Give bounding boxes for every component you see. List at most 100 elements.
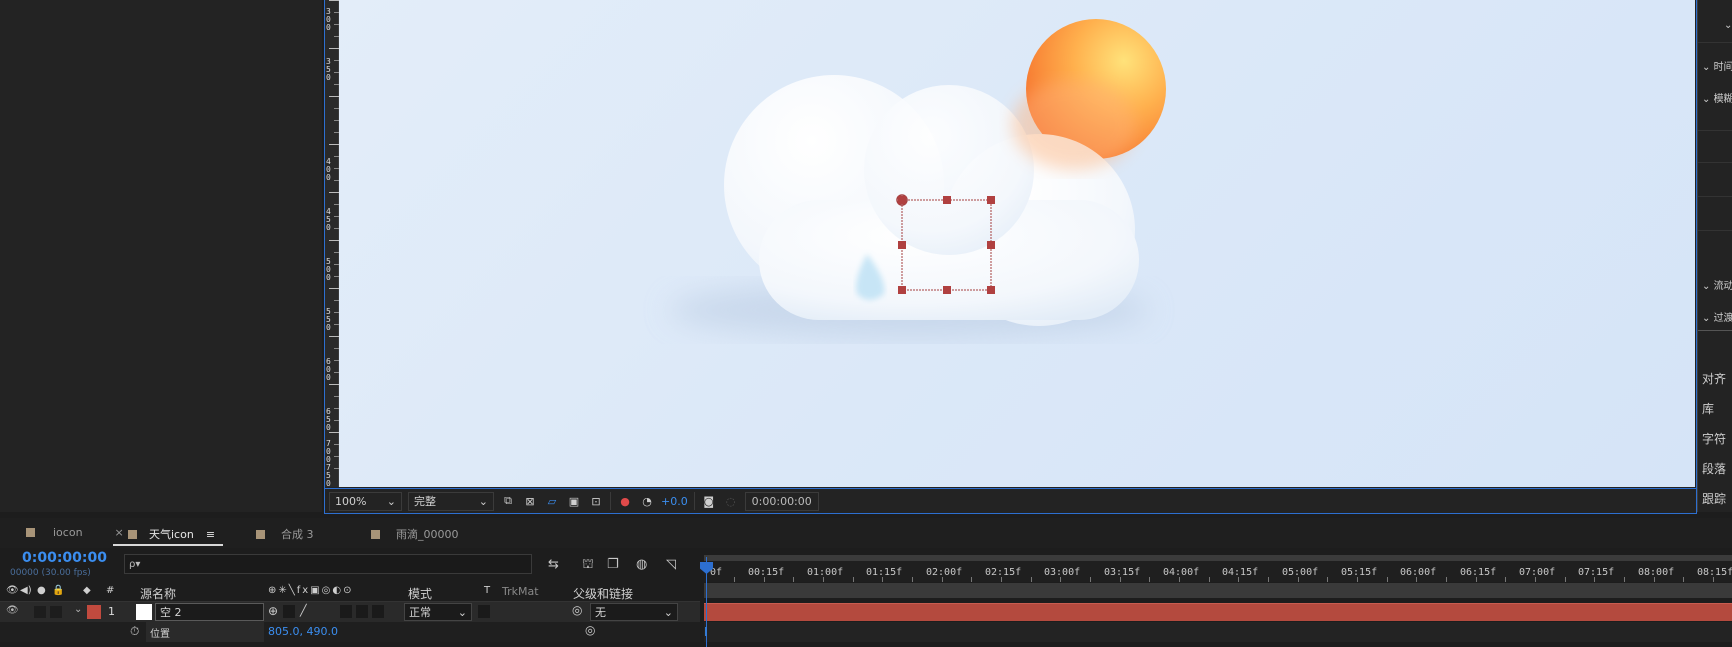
property-track — [704, 622, 1732, 642]
exposure-reset-icon[interactable]: ◔ — [639, 493, 655, 509]
menu-icon[interactable]: ≡ — [206, 528, 215, 541]
panel-item-tracker[interactable]: 跟踪 — [1702, 490, 1726, 507]
region-of-interest-icon[interactable]: ⊡ — [588, 493, 604, 509]
transform-handle[interactable] — [987, 241, 995, 249]
tab-comp-3[interactable]: 合成 3 — [256, 526, 314, 542]
motion-blur-icon[interactable]: ◍ — [636, 557, 647, 572]
layer-number: 1 — [108, 605, 115, 618]
shy-layers-icon[interactable]: ❐ — [607, 557, 619, 572]
transparency-grid-icon[interactable]: ⊠ — [522, 493, 538, 509]
safe-zones-icon[interactable]: ▣ — [566, 493, 582, 509]
time-ruler-label: 04:00f — [1163, 567, 1200, 578]
lock-toggle[interactable] — [50, 606, 62, 618]
timeline-tabs: iocon × 天气icon ≡ 合成 3 雨滴_00000 — [0, 518, 1732, 548]
panel-item-time[interactable]: ⌄ 时间 — [1702, 58, 1732, 73]
col-t: T — [484, 585, 491, 596]
transform-handle[interactable] — [943, 196, 951, 204]
eye-icon[interactable]: 👁 — [6, 585, 19, 596]
parent-select[interactable]: 无 ⌄ — [590, 603, 678, 621]
close-icon[interactable]: × — [115, 526, 124, 539]
eye-icon[interactable]: 👁 — [6, 605, 19, 616]
time-ruler[interactable]: 0f 00:15f 01:00f 01:15f 02:00f 02:15f 03… — [704, 555, 1732, 582]
panel-item-flow[interactable]: ⌄ 流动 — [1702, 277, 1732, 292]
resolution-select[interactable]: 完整 ⌄ — [408, 491, 494, 511]
tab-weather-icon[interactable]: 天气icon ≡ — [128, 526, 215, 542]
viewer-toolbar: 100% ⌄ 完整 ⌄ ⧉ ⊠ ▱ ▣ ⊡ ● ◔ +0.0 ◙ ◌ 0:00:… — [325, 488, 1696, 513]
panel-item-align[interactable]: 对齐 — [1702, 370, 1726, 387]
show-snapshot-icon[interactable]: ◌ — [723, 493, 739, 509]
ruler-label: 0 — [326, 423, 331, 432]
time-ruler-label: 02:00f — [926, 567, 963, 578]
time-ruler-label: 05:15f — [1341, 567, 1378, 578]
col-mode[interactable]: 模式 — [408, 585, 432, 602]
motion-blur-switch[interactable] — [356, 605, 368, 618]
preserve-transparency-toggle[interactable] — [478, 605, 490, 618]
chevron-down-icon[interactable]: ⌄ — [74, 604, 82, 615]
camera-icon[interactable]: ◙ — [701, 493, 717, 509]
property-row[interactable]: ⏱ 位置 805.0, 490.0 ◎ — [0, 622, 700, 642]
layer-name[interactable]: 空 2 — [155, 603, 264, 621]
col-parent[interactable]: 父级和链接 — [573, 585, 633, 602]
transform-handle[interactable] — [898, 196, 906, 204]
blend-mode-select[interactable]: 正常 ⌄ — [404, 603, 472, 621]
transform-handle[interactable] — [987, 196, 995, 204]
transform-handle[interactable] — [898, 286, 906, 294]
tab-iocon[interactable]: iocon × — [26, 526, 124, 539]
audio-icon[interactable]: ◀) — [20, 585, 32, 596]
exposure-value[interactable]: +0.0 — [661, 495, 688, 508]
ruler-label: 0 — [326, 323, 331, 332]
ruler-label: 0 — [326, 273, 331, 282]
time-ruler-label: 06:15f — [1460, 567, 1497, 578]
viewer-timecode[interactable]: 0:00:00:00 — [744, 491, 819, 511]
panel-item-transition[interactable]: ⌄ 过渡 — [1702, 309, 1732, 324]
3d-layer-switch[interactable] — [372, 605, 384, 618]
label-icon[interactable]: ◆ — [83, 585, 91, 596]
solo-toggle[interactable] — [34, 606, 46, 618]
transform-handle[interactable] — [898, 241, 906, 249]
collapse-switch[interactable] — [283, 605, 295, 618]
pick-whip-icon[interactable]: ◎ — [585, 623, 595, 637]
label-color-swatch[interactable] — [87, 605, 101, 619]
composition-canvas[interactable] — [339, 0, 1695, 487]
stopwatch-icon[interactable]: ⏱ — [130, 624, 139, 639]
transform-handle[interactable] — [987, 286, 995, 294]
tab-raindrop[interactable]: 雨滴_00000 — [371, 526, 459, 542]
ruler-label: 0 — [326, 73, 331, 82]
panel-item-library[interactable]: 库 — [1702, 400, 1714, 417]
mask-path-icon[interactable]: ▱ — [544, 493, 560, 509]
shy-switch-icon[interactable]: ⊕ — [268, 604, 278, 618]
layer-row[interactable]: 👁 ⌄ 1 空 2 ⊕ ╱ 正常 ⌄ ◎ 无 ⌄ — [0, 602, 700, 622]
ruler-label: 0 — [326, 173, 331, 182]
current-time-display[interactable]: 0:00:00:00 — [22, 550, 107, 566]
fast-preview-icon[interactable]: ⧉ — [500, 493, 516, 509]
time-ruler-label: 07:15f — [1578, 567, 1615, 578]
panel-item-blur[interactable]: ⌄ 模糊 — [1702, 90, 1732, 105]
position-value[interactable]: 805.0, 490.0 — [268, 625, 338, 638]
time-ruler-label: 08:15f — [1697, 567, 1732, 578]
chevron-down-icon: ⌄ — [478, 494, 488, 508]
switches-icons: ⊕✳╲fx▣◎◐⊙ — [268, 585, 354, 596]
effect-switch[interactable] — [340, 605, 352, 618]
color-channel-icon[interactable]: ● — [617, 493, 633, 509]
chevron-down-icon: ⌄ — [457, 605, 467, 619]
col-source-name[interactable]: 源名称 — [140, 585, 176, 602]
lock-icon[interactable]: 🔒 — [52, 585, 64, 596]
panel-item-paragraph[interactable]: 段落 — [1702, 460, 1726, 477]
work-area-bar[interactable] — [704, 583, 1732, 598]
time-ruler-label: 03:15f — [1104, 567, 1141, 578]
quality-switch-icon[interactable]: ╱ — [300, 604, 307, 617]
transform-handle[interactable] — [943, 286, 951, 294]
graph-editor-icon[interactable]: ◹ — [666, 557, 676, 572]
layer-search-input[interactable]: ρ▾ — [124, 554, 532, 574]
chevron-down-icon[interactable]: ⌄ — [1724, 20, 1732, 31]
solo-icon[interactable]: ● — [37, 585, 46, 596]
draft-3d-icon[interactable]: ⛫ — [582, 557, 594, 574]
comp-color-swatch — [371, 529, 380, 539]
comp-flowchart-icon[interactable]: ⇆ — [548, 557, 559, 572]
chevron-down-icon: ⌄ — [663, 605, 673, 619]
zoom-select[interactable]: 100% ⌄ — [329, 491, 402, 511]
comp-color-swatch — [128, 529, 137, 539]
pick-whip-icon[interactable]: ◎ — [572, 603, 582, 617]
panel-item-character[interactable]: 字符 — [1702, 430, 1726, 447]
layer-duration-bar[interactable] — [704, 603, 1732, 621]
